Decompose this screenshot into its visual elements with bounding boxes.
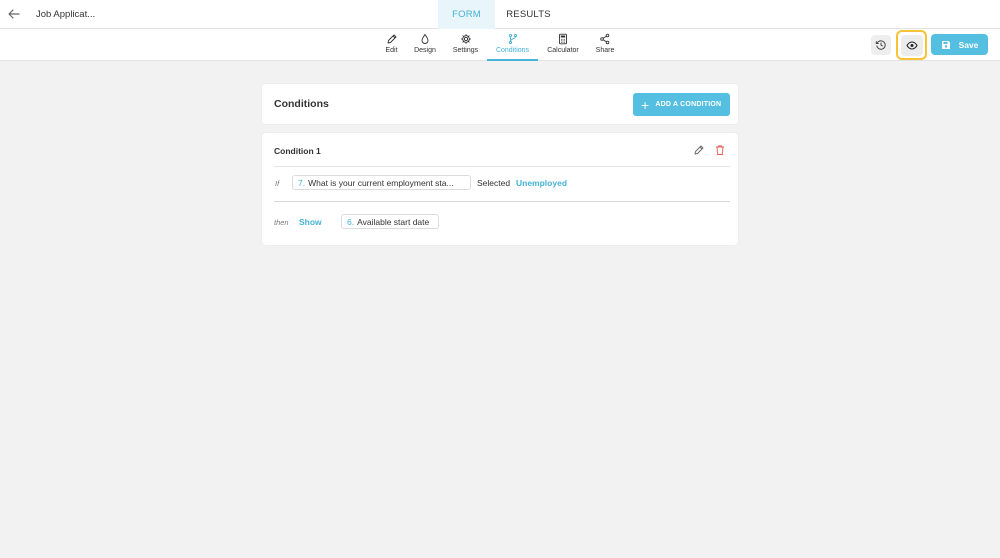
tool-calculator[interactable]: Calculator bbox=[545, 29, 581, 61]
target-text: Available start date bbox=[357, 216, 430, 227]
history-icon bbox=[875, 40, 886, 50]
tool-share[interactable]: Share bbox=[593, 29, 617, 61]
tool-settings-label: Settings bbox=[452, 47, 479, 54]
save-button[interactable]: Save bbox=[931, 34, 988, 55]
eye-icon bbox=[905, 40, 918, 50]
tool-design[interactable]: Design bbox=[412, 29, 438, 61]
condition-action[interactable]: Show bbox=[299, 217, 322, 227]
add-condition-button[interactable]: + ADD A CONDITION bbox=[633, 93, 730, 116]
add-condition-label: ADD A CONDITION bbox=[655, 101, 722, 108]
conditions-header-card: Conditions + ADD A CONDITION bbox=[262, 84, 738, 124]
calculator-icon bbox=[559, 33, 567, 45]
share-icon bbox=[600, 33, 610, 45]
tool-share-label: Share bbox=[595, 47, 615, 54]
tool-edit[interactable]: Edit bbox=[381, 29, 402, 61]
top-bar: Job Applicat... FORM RESULTS bbox=[0, 0, 1000, 29]
tool-conditions-label: Conditions bbox=[495, 47, 530, 54]
tool-design-label: Design bbox=[414, 47, 436, 54]
target-number: 6. bbox=[347, 216, 355, 227]
question-text: What is your current employment sta... bbox=[308, 177, 454, 188]
gear-icon bbox=[460, 34, 471, 44]
edit-pencil-icon[interactable] bbox=[693, 144, 705, 156]
builder-toolbar: Edit Design Settings Conditions Calculat… bbox=[0, 29, 1000, 61]
preview-inner bbox=[900, 34, 923, 56]
pencil-icon bbox=[387, 34, 396, 44]
condition-question-select[interactable]: 7. What is your current employment sta..… bbox=[292, 175, 471, 190]
condition-value[interactable]: Unemployed bbox=[516, 178, 567, 188]
condition-operator[interactable]: Selected bbox=[477, 178, 510, 188]
question-number: 7. bbox=[298, 177, 306, 188]
tool-conditions[interactable]: Conditions bbox=[487, 29, 538, 61]
trash-icon[interactable] bbox=[714, 144, 726, 156]
tool-settings[interactable]: Settings bbox=[450, 29, 481, 61]
condition-target-select[interactable]: 6. Available start date bbox=[341, 214, 439, 229]
branch-icon bbox=[508, 33, 517, 45]
tab-form[interactable]: FORM bbox=[438, 0, 495, 29]
save-label: Save bbox=[958, 39, 979, 50]
condition-title: Condition 1 bbox=[274, 146, 321, 156]
tool-calculator-label: Calculator bbox=[547, 47, 579, 54]
if-keyword: If bbox=[275, 179, 280, 188]
conditions-title: Conditions bbox=[274, 98, 329, 110]
tab-results[interactable]: RESULTS bbox=[501, 0, 556, 29]
tool-edit-label: Edit bbox=[385, 47, 398, 54]
then-keyword: then bbox=[274, 218, 289, 227]
divider bbox=[274, 166, 730, 167]
history-button[interactable] bbox=[871, 35, 891, 55]
divider bbox=[274, 201, 730, 202]
form-title[interactable]: Job Applicat... bbox=[36, 9, 95, 20]
condition-card: Condition 1 If 7. What is your current e… bbox=[262, 133, 738, 245]
droplet-icon bbox=[421, 33, 429, 44]
plus-icon: + bbox=[641, 96, 650, 113]
back-arrow-icon[interactable] bbox=[6, 7, 22, 21]
floppy-disk-icon bbox=[941, 40, 950, 49]
preview-button[interactable] bbox=[896, 30, 927, 60]
